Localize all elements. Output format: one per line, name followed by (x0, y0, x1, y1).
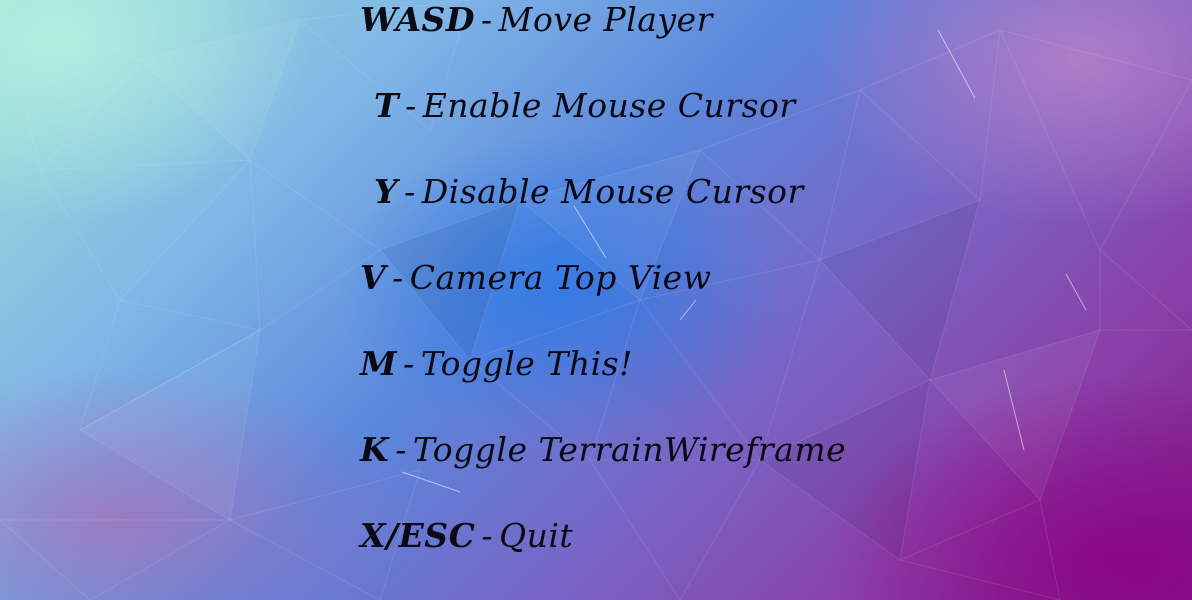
action-label: Toggle TerrainWireframe (412, 430, 847, 469)
action-label: Toggle This! (420, 344, 633, 383)
action-label: Camera Top View (409, 258, 712, 297)
control-row-toggle-menu: M - Toggle This! (360, 344, 633, 384)
separator: - (481, 0, 493, 39)
key-label: WASD (360, 0, 476, 39)
action-label: Enable Mouse Cursor (422, 86, 796, 125)
key-label: K (360, 430, 390, 469)
control-row-move: WASD - Move Player (360, 0, 713, 40)
key-label: M (360, 344, 398, 383)
key-label: V (360, 258, 387, 297)
control-row-enable-cursor: T - Enable Mouse Cursor (374, 86, 796, 126)
key-label: Y (374, 172, 399, 211)
separator: - (481, 516, 494, 555)
action-label: Quit (499, 516, 574, 555)
action-label: Disable Mouse Cursor (421, 172, 804, 211)
key-label: T (374, 86, 400, 125)
action-label: Move Player (498, 0, 713, 39)
separator: - (404, 172, 416, 211)
separator: - (403, 344, 415, 383)
key-label: X/ESC (360, 516, 476, 555)
control-row-top-view: V - Camera Top View (360, 258, 711, 298)
control-row-wireframe: K - Toggle TerrainWireframe (360, 430, 846, 470)
control-row-disable-cursor: Y - Disable Mouse Cursor (374, 172, 804, 212)
separator: - (392, 258, 404, 297)
separator: - (405, 86, 417, 125)
controls-menu: WASD - Move Player T - Enable Mouse Cursor Y… (360, 0, 1060, 600)
separator: - (395, 430, 407, 469)
control-row-quit: X/ESC - Quit (360, 516, 573, 556)
